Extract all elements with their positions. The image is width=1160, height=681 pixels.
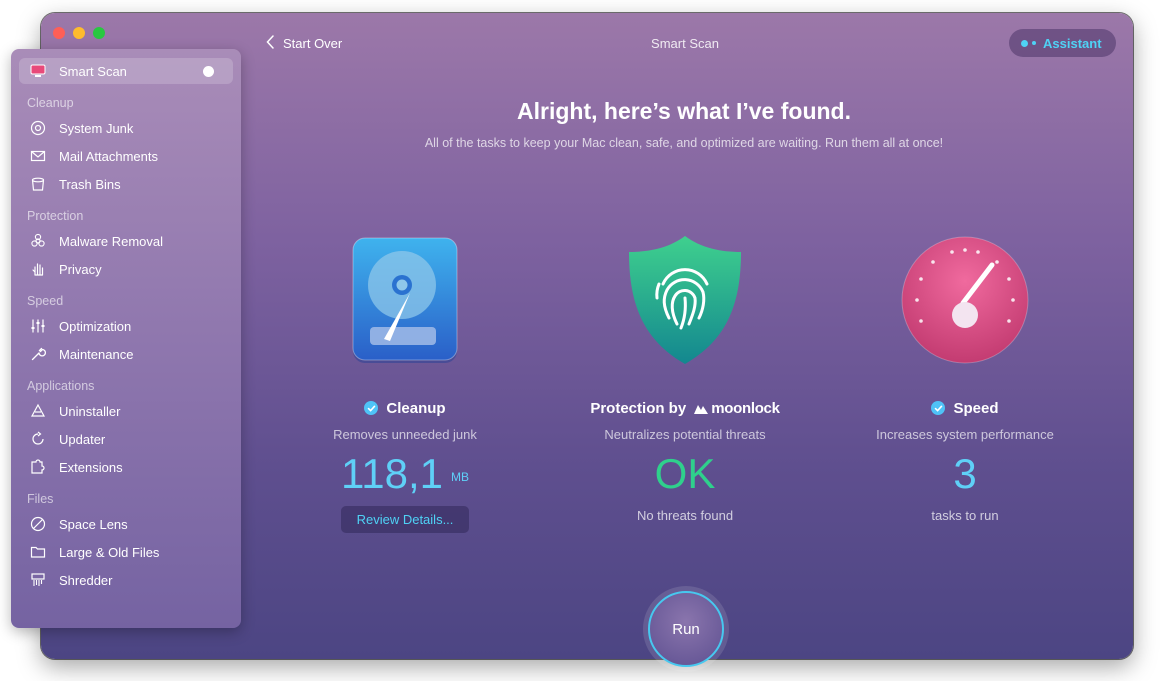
sidebar-item-label: Privacy [59, 261, 102, 277]
sidebar-item-shredder[interactable]: Shredder [19, 567, 233, 593]
sidebar-item-label: Shredder [59, 572, 113, 588]
assistant-label: Assistant [1043, 35, 1102, 51]
system-junk-icon [29, 119, 47, 137]
window-title: Smart Scan [651, 36, 719, 51]
protection-card: Protection by moonlock Neutralizes poten… [555, 230, 815, 523]
sidebar-item-label: System Junk [59, 120, 134, 136]
puzzle-icon [29, 458, 47, 476]
status-dot [203, 66, 214, 77]
speed-note: tasks to run [931, 508, 999, 523]
speed-card: Speed Increases system performance 3 tas… [835, 230, 1095, 523]
sidebar-item-label: Mail Attachments [59, 148, 158, 164]
sidebar-item-label: Optimization [59, 318, 132, 334]
sidebar-item-label: Smart Scan [59, 63, 127, 79]
assistant-button[interactable]: Assistant [1009, 29, 1116, 57]
speed-value: 3 [953, 450, 977, 497]
moonlock-brand: moonlock [711, 399, 780, 417]
speed-subtitle: Increases system performance [876, 427, 1054, 442]
fingerprint-shield-icon [555, 230, 815, 370]
zoom-window-button[interactable] [93, 27, 105, 39]
cleanup-card: Cleanup Removes unneeded junk 118,1 MB Re… [275, 230, 535, 533]
check-icon [364, 401, 379, 415]
check-icon [931, 401, 946, 415]
protection-value: OK [654, 450, 716, 497]
page-subtitle: All of the tasks to keep your Mac clean,… [424, 136, 944, 150]
hard-drive-icon [275, 230, 535, 370]
sidebar-item-uninstaller[interactable]: Uninstaller [19, 398, 233, 424]
folder-icon [29, 543, 47, 561]
sidebar-item-label: Space Lens [59, 516, 128, 532]
page-title: Alright, here’s what I’ve found. [517, 98, 851, 124]
section-heading-applications: Applications [27, 379, 95, 393]
sidebar-item-updater[interactable]: Updater [19, 426, 233, 452]
cleanup-size-unit: MB [451, 469, 469, 484]
cleanup-size-value: 118,1 [341, 450, 443, 497]
sliders-icon [29, 317, 47, 335]
trash-icon [29, 175, 47, 193]
sidebar-item-maintenance[interactable]: Maintenance [19, 341, 233, 367]
sidebar-item-label: Large & Old Files [59, 544, 160, 560]
section-heading-speed: Speed [27, 294, 64, 308]
sidebar-item-extensions[interactable]: Extensions [19, 454, 233, 480]
speed-title: Speed [835, 398, 1095, 418]
sidebar-item-optimization[interactable]: Optimization [19, 313, 233, 339]
speed-title-label: Speed [953, 399, 999, 417]
protection-title-label: Protection by [590, 399, 687, 417]
start-over-label: Start Over [283, 36, 343, 51]
mail-icon [29, 147, 47, 165]
sidebar-item-label: Trash Bins [59, 176, 121, 192]
sidebar-item-privacy[interactable]: Privacy [19, 256, 233, 282]
biohazard-icon [29, 232, 47, 250]
section-heading-files: Files [27, 492, 54, 506]
protection-subtitle: Neutralizes potential threats [604, 427, 766, 442]
hand-icon [29, 260, 47, 278]
sidebar: Smart Scan Cleanup System Junk Mail Atta… [11, 49, 241, 628]
sidebar-item-label: Updater [59, 431, 106, 447]
smart-scan-icon [29, 62, 47, 80]
review-details-button[interactable]: Review Details... [341, 506, 469, 533]
moonlock-logo: moonlock [694, 399, 780, 417]
space-lens-icon [29, 515, 47, 533]
protection-note: No threats found [636, 508, 734, 523]
section-heading-cleanup: Cleanup [27, 96, 74, 110]
section-heading-protection: Protection [27, 209, 84, 223]
sidebar-item-label: Malware Removal [59, 233, 164, 249]
sidebar-item-system-junk[interactable]: System Junk [19, 115, 233, 141]
shredder-icon [29, 571, 47, 589]
sidebar-item-trash-bins[interactable]: Trash Bins [19, 171, 233, 197]
chevron-left-icon [266, 35, 275, 52]
sidebar-item-mail-attachments[interactable]: Mail Attachments [19, 143, 233, 169]
wrench-icon [29, 345, 47, 363]
window-controls [53, 27, 105, 39]
start-over-button[interactable]: Start Over [266, 35, 342, 52]
cleanup-title: Cleanup [275, 398, 535, 418]
sidebar-item-large-old-files[interactable]: Large & Old Files [19, 539, 233, 565]
run-button[interactable]: Run [648, 591, 724, 667]
updater-icon [29, 430, 47, 448]
cleanup-title-label: Cleanup [386, 399, 446, 417]
sidebar-item-label: Extensions [59, 459, 123, 475]
run-button-halo: Run [643, 586, 729, 672]
cleanup-subtitle: Removes unneeded junk [333, 427, 477, 442]
uninstaller-icon [29, 402, 47, 420]
sidebar-item-label: Maintenance [59, 346, 134, 362]
cleanup-value: 118,1 MB [275, 450, 535, 498]
close-window-button[interactable] [53, 27, 65, 39]
sidebar-item-label: Uninstaller [59, 403, 121, 419]
minimize-window-button[interactable] [73, 27, 85, 39]
speedometer-icon [835, 230, 1095, 370]
assistant-dots-icon [1021, 39, 1036, 47]
sidebar-item-smart-scan[interactable]: Smart Scan [19, 58, 233, 84]
protection-title: Protection by moonlock [555, 398, 815, 418]
sidebar-item-space-lens[interactable]: Space Lens [19, 511, 233, 537]
sidebar-item-malware-removal[interactable]: Malware Removal [19, 228, 233, 254]
